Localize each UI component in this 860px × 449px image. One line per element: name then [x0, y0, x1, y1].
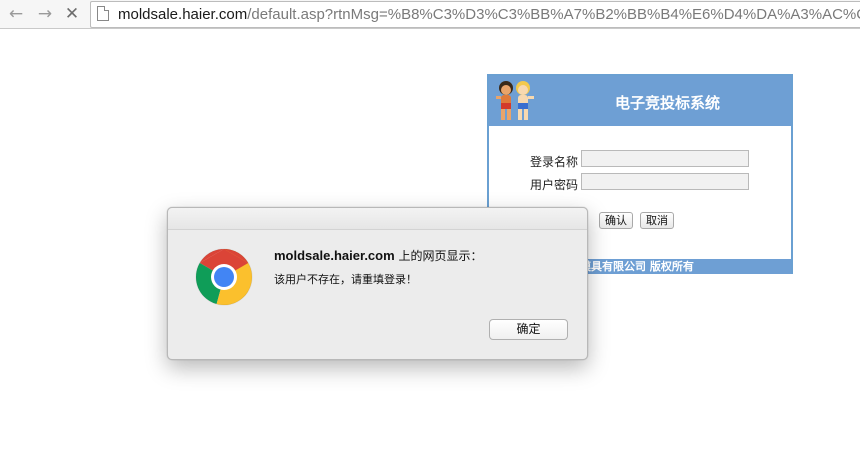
stop-icon[interactable]: ✕ [61, 4, 83, 24]
username-field[interactable] [581, 150, 749, 167]
login-header: 电子竞投标系统 [489, 76, 791, 126]
back-icon[interactable]: ← [5, 4, 27, 24]
dialog-titlebar [168, 208, 587, 230]
address-bar[interactable]: moldsale.haier.com/default.asp?rtnMsg=%B… [90, 1, 860, 28]
username-label: 登录名称 [530, 155, 579, 169]
page-icon [97, 6, 109, 21]
forward-icon[interactable]: → [34, 4, 56, 24]
mascot-logo-icon [496, 81, 534, 120]
dialog-heading-host: moldsale.haier.com [274, 248, 395, 263]
chrome-logo-icon [195, 248, 253, 306]
url-host: moldsale.haier.com [118, 6, 248, 23]
confirm-button[interactable]: 确认 [599, 212, 633, 229]
url-path: /default.asp?rtnMsg=%B8%C3%D3%C3%BB%A7%B… [247, 6, 860, 23]
cancel-button[interactable]: 取消 [640, 212, 674, 229]
password-label: 用户密码 [530, 178, 579, 192]
alert-dialog: moldsale.haier.com 上的网页显示： 该用户不存在，请重填登录！… [167, 207, 588, 360]
dialog-heading: moldsale.haier.com 上的网页显示： [274, 247, 483, 264]
ok-button[interactable]: 确定 [489, 319, 568, 340]
copyright-text: 模具有限公司 版权所有 [580, 260, 694, 273]
dialog-heading-suffix: 上的网页显示： [394, 249, 483, 263]
dialog-message: 该用户不存在，请重填登录！ [274, 273, 417, 286]
browser-toolbar: ← → ✕ moldsale.haier.com/default.asp?rtn… [0, 0, 860, 29]
url-text[interactable]: moldsale.haier.com/default.asp?rtnMsg=%B… [118, 6, 860, 23]
login-title: 电子竞投标系统 [615, 94, 721, 112]
password-field[interactable] [581, 173, 749, 190]
